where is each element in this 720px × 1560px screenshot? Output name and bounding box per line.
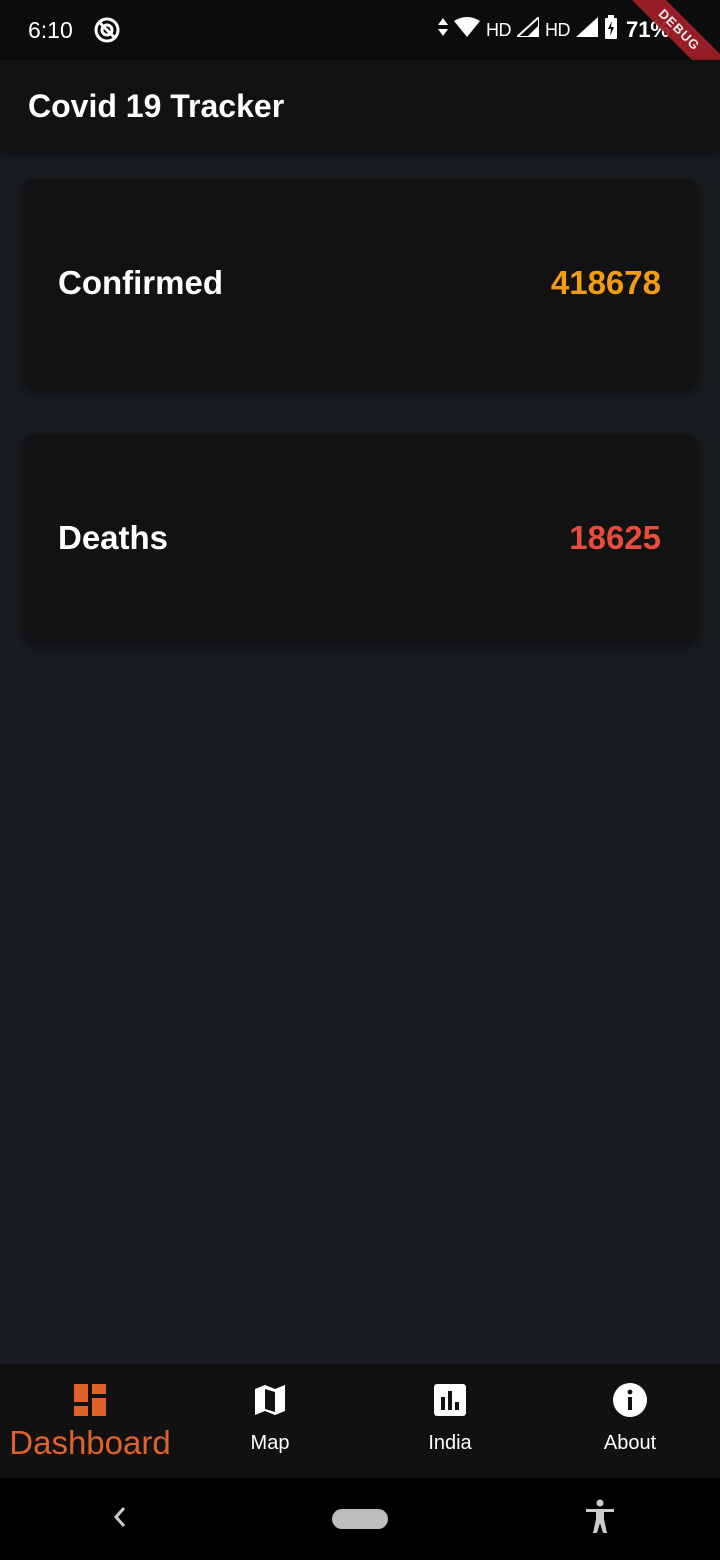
nav-label-dashboard: Dashboard <box>9 1424 171 1461</box>
battery-icon <box>604 15 618 45</box>
vpn-icon <box>93 16 121 44</box>
confirmed-card: Confirmed 418678 <box>24 179 697 387</box>
network-type-1: HD <box>485 19 512 40</box>
page-title: Covid 19 Tracker <box>28 87 285 124</box>
bar-chart-icon <box>432 1382 468 1418</box>
back-icon <box>112 1505 128 1534</box>
signal-icon-2 <box>575 17 598 43</box>
bottom-navigation: Dashboard Map India About <box>0 1364 720 1478</box>
deaths-card: Deaths 18625 <box>24 434 697 642</box>
home-pill <box>332 1509 388 1529</box>
accessibility-button[interactable] <box>560 1489 640 1549</box>
app-bar: Covid 19 Tracker <box>0 60 720 152</box>
data-arrows-icon <box>437 18 448 42</box>
system-navigation-bar <box>0 1478 720 1560</box>
status-icons: HD HD 71% <box>437 0 670 60</box>
status-time: 6:10 <box>28 16 73 43</box>
deaths-label: Deaths <box>58 519 169 556</box>
accessibility-icon <box>584 1499 616 1540</box>
nav-item-dashboard[interactable]: Dashboard <box>0 1364 180 1478</box>
signal-icon-1 <box>514 14 540 43</box>
nav-item-map[interactable]: Map <box>180 1364 360 1478</box>
status-bar: 6:10 HD HD 71% DEBUG <box>0 0 720 99</box>
network-type-2: HD <box>544 19 571 40</box>
dashboard-icon <box>72 1382 108 1418</box>
nav-item-india[interactable]: India <box>360 1364 540 1478</box>
map-icon <box>252 1382 288 1418</box>
nav-item-about[interactable]: About <box>540 1364 720 1478</box>
deaths-value: 18625 <box>569 519 661 556</box>
back-button[interactable] <box>80 1489 160 1549</box>
wifi-icon <box>453 17 480 43</box>
confirmed-value: 418678 <box>550 264 661 301</box>
confirmed-label: Confirmed <box>58 264 223 301</box>
nav-label-about: About <box>603 1432 657 1454</box>
home-button[interactable] <box>320 1489 400 1549</box>
nav-label-india: India <box>428 1432 472 1454</box>
info-icon <box>612 1382 648 1418</box>
nav-label-map: Map <box>250 1432 290 1454</box>
